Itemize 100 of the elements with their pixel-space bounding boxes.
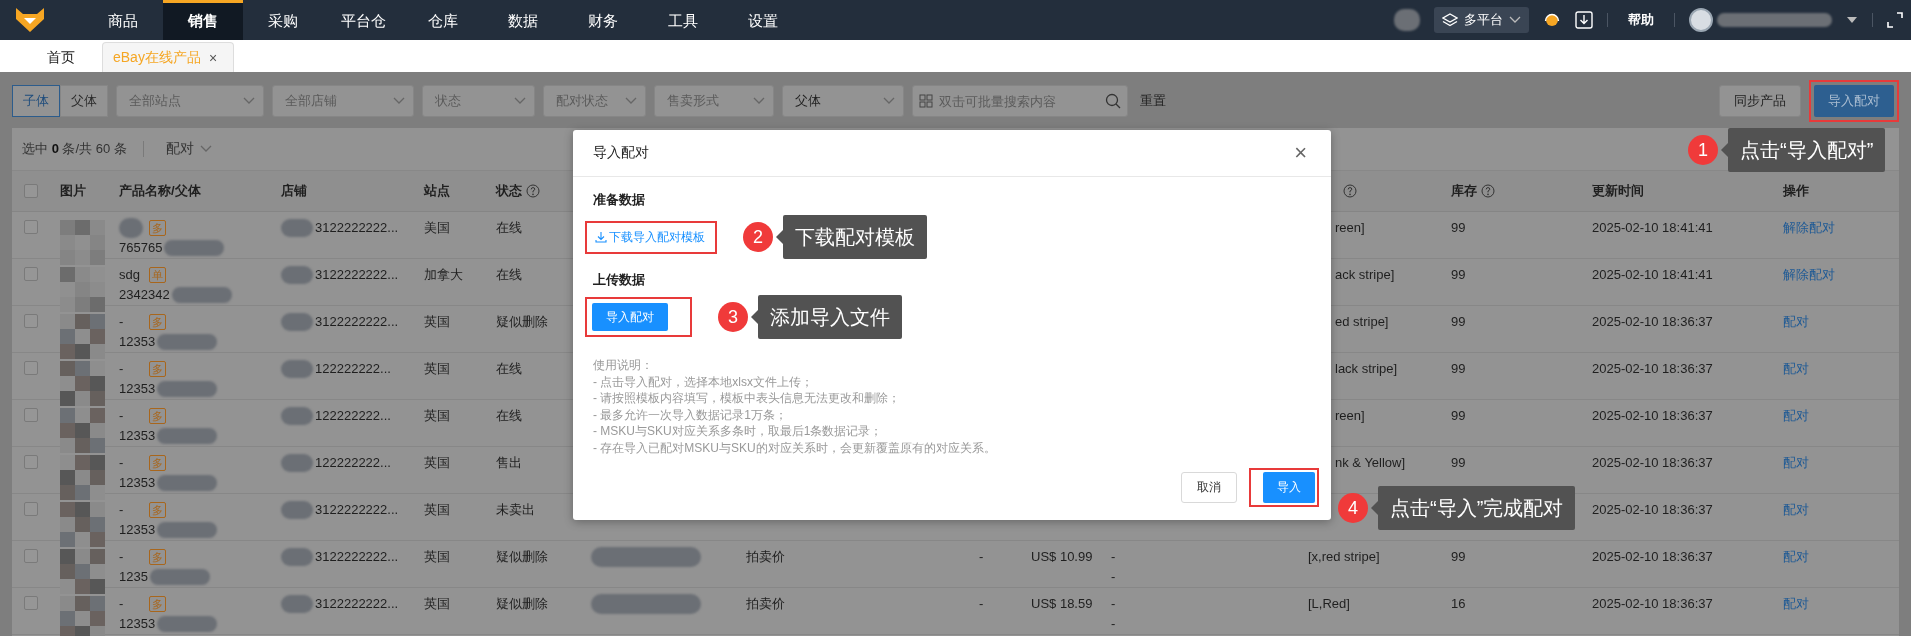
nav-tab[interactable]: 数据 (483, 0, 563, 40)
table-cell-text: - (1111, 568, 1116, 586)
type-badge: 多 (149, 455, 166, 471)
table-cell-text: 2025-02-10 18:36:37 (1592, 548, 1713, 566)
table-cell-text: 美国 (424, 219, 450, 237)
checkbox[interactable] (24, 314, 38, 328)
table-cell-text: 12353 (119, 427, 156, 445)
type-badge: 多 (149, 408, 166, 424)
nav-tab[interactable]: 财务 (563, 0, 643, 40)
reset-button[interactable]: 重置 (1136, 92, 1170, 110)
pair-link[interactable]: 解除配对 (1783, 265, 1835, 285)
redaction-blur (164, 240, 225, 256)
table-cell-text: 在线 (496, 360, 522, 378)
table-cell-text: 12353 (119, 474, 156, 492)
note-line: - 请按照模板内容填写，模板中表头信息无法更改和删除； (593, 390, 902, 407)
column-header: 库存 (1451, 182, 1477, 200)
redaction-blur (281, 595, 313, 613)
table-cell-text: - (979, 595, 984, 613)
notes-title: 使用说明： (593, 357, 654, 374)
redaction-blur (281, 454, 313, 472)
table-cell-text: 在线 (496, 407, 522, 425)
cancel-button[interactable]: 取消 (1181, 472, 1237, 503)
column-header: 状态 (496, 182, 522, 200)
table-cell-text: reen] (1335, 219, 1365, 237)
column-header: 产品名称/父体 (119, 182, 201, 200)
checkbox[interactable] (24, 267, 38, 281)
close-button[interactable]: × (1288, 141, 1313, 165)
table-cell-text: 2025-02-10 18:36:37 (1592, 313, 1713, 331)
checkbox[interactable] (24, 502, 38, 516)
segment-button[interactable]: 父体 (60, 85, 108, 117)
avatar[interactable] (1689, 8, 1713, 32)
table-cell-text: - (1111, 548, 1116, 566)
redaction-blur (157, 475, 218, 491)
table-cell-text: 2342342 (119, 286, 170, 304)
table-cell-text: 12353 (119, 615, 156, 633)
table-cell-text: 2025-02-10 18:36:37 (1592, 501, 1713, 519)
nav-tab[interactable]: 商品 (83, 0, 163, 40)
checkbox[interactable] (24, 184, 38, 198)
platform-dropdown[interactable]: 多平台 (1434, 7, 1529, 33)
chevron-down-icon (199, 145, 212, 153)
fox-logo-icon (15, 7, 45, 33)
table-cell-text: 2025-02-10 18:36:37 (1592, 454, 1713, 472)
chevron-down-icon (243, 97, 255, 105)
pair-menu[interactable]: 配对 (159, 139, 218, 159)
nav-tab[interactable]: 工具 (643, 0, 723, 40)
note-line: - 存在导入已配对MSKU与SKU的对应关系时，会更新覆盖原有的对应关系。 (593, 439, 997, 456)
table-cell-text: 英国 (424, 501, 450, 519)
pair-link[interactable]: 配对 (1783, 547, 1809, 567)
checkbox[interactable] (24, 455, 38, 469)
caret-icon (1846, 16, 1858, 24)
column-header: 操作 (1783, 182, 1809, 200)
pair-link[interactable]: 配对 (1783, 406, 1809, 426)
pair-link[interactable]: 配对 (1783, 500, 1809, 520)
table-cell-text: 3122222222... (315, 266, 399, 284)
checkbox[interactable] (24, 596, 38, 610)
table-cell-text: 1235 (119, 568, 148, 586)
redaction-blur (157, 616, 218, 632)
checkbox[interactable] (24, 408, 38, 422)
chevron-down-icon (753, 97, 765, 105)
table-cell-text: - (119, 501, 124, 519)
nav-tab[interactable]: 平台仓 (323, 0, 403, 40)
search-icon (1105, 93, 1121, 109)
import-button[interactable]: 导入配对 (1814, 85, 1894, 117)
table-cell-text: 英国 (424, 454, 450, 472)
type-badge: 单 (149, 267, 166, 283)
checkbox[interactable] (24, 361, 38, 375)
type-badge: 多 (149, 314, 166, 330)
nav-tab[interactable]: 采购 (243, 0, 323, 40)
table-cell-text: 99 (1451, 454, 1466, 472)
column-header: 店铺 (281, 182, 307, 200)
table-cell-text: 3122222222... (315, 219, 399, 237)
import-button[interactable]: 导入 (1263, 472, 1315, 503)
pair-link[interactable]: 配对 (1783, 359, 1809, 379)
select-field[interactable]: 父体 (782, 85, 904, 117)
upload-button[interactable]: 导入配对 (592, 303, 668, 331)
table-cell-text: - (119, 360, 124, 378)
pair-link[interactable]: 配对 (1783, 453, 1809, 473)
segment-button[interactable]: 子体 (12, 85, 60, 117)
table-cell-text: 在线 (496, 219, 522, 237)
pair-link[interactable]: 配对 (1783, 312, 1809, 332)
table-cell-text: US$ 18.59 (1031, 595, 1093, 613)
nav-tab[interactable]: 仓库 (403, 0, 483, 40)
pair-link[interactable]: 配对 (1783, 594, 1809, 614)
download-icon (595, 231, 607, 243)
checkbox[interactable] (24, 549, 38, 563)
table-cell-text: 3122222222... (315, 501, 399, 519)
help-link[interactable]: 帮助 (1622, 10, 1660, 30)
step-number: 2 (743, 222, 773, 252)
page-tab[interactable]: eBay在线产品 × (102, 42, 235, 72)
callout-pointer (1371, 501, 1378, 515)
table-cell-text: 拍卖价 (746, 595, 785, 613)
table-cell-text: 2025-02-10 18:36:37 (1592, 360, 1713, 378)
chevron-down-icon (625, 97, 637, 105)
sync-button[interactable]: 同步产品 (1719, 85, 1801, 117)
nav-tab[interactable]: 设置 (723, 0, 803, 40)
redaction-blur (281, 360, 313, 378)
nav-tab[interactable]: 销售 (163, 0, 243, 40)
checkbox[interactable] (24, 220, 38, 234)
download-link[interactable]: 下载导入配对模板 (591, 226, 709, 248)
pair-link[interactable]: 解除配对 (1783, 218, 1835, 238)
